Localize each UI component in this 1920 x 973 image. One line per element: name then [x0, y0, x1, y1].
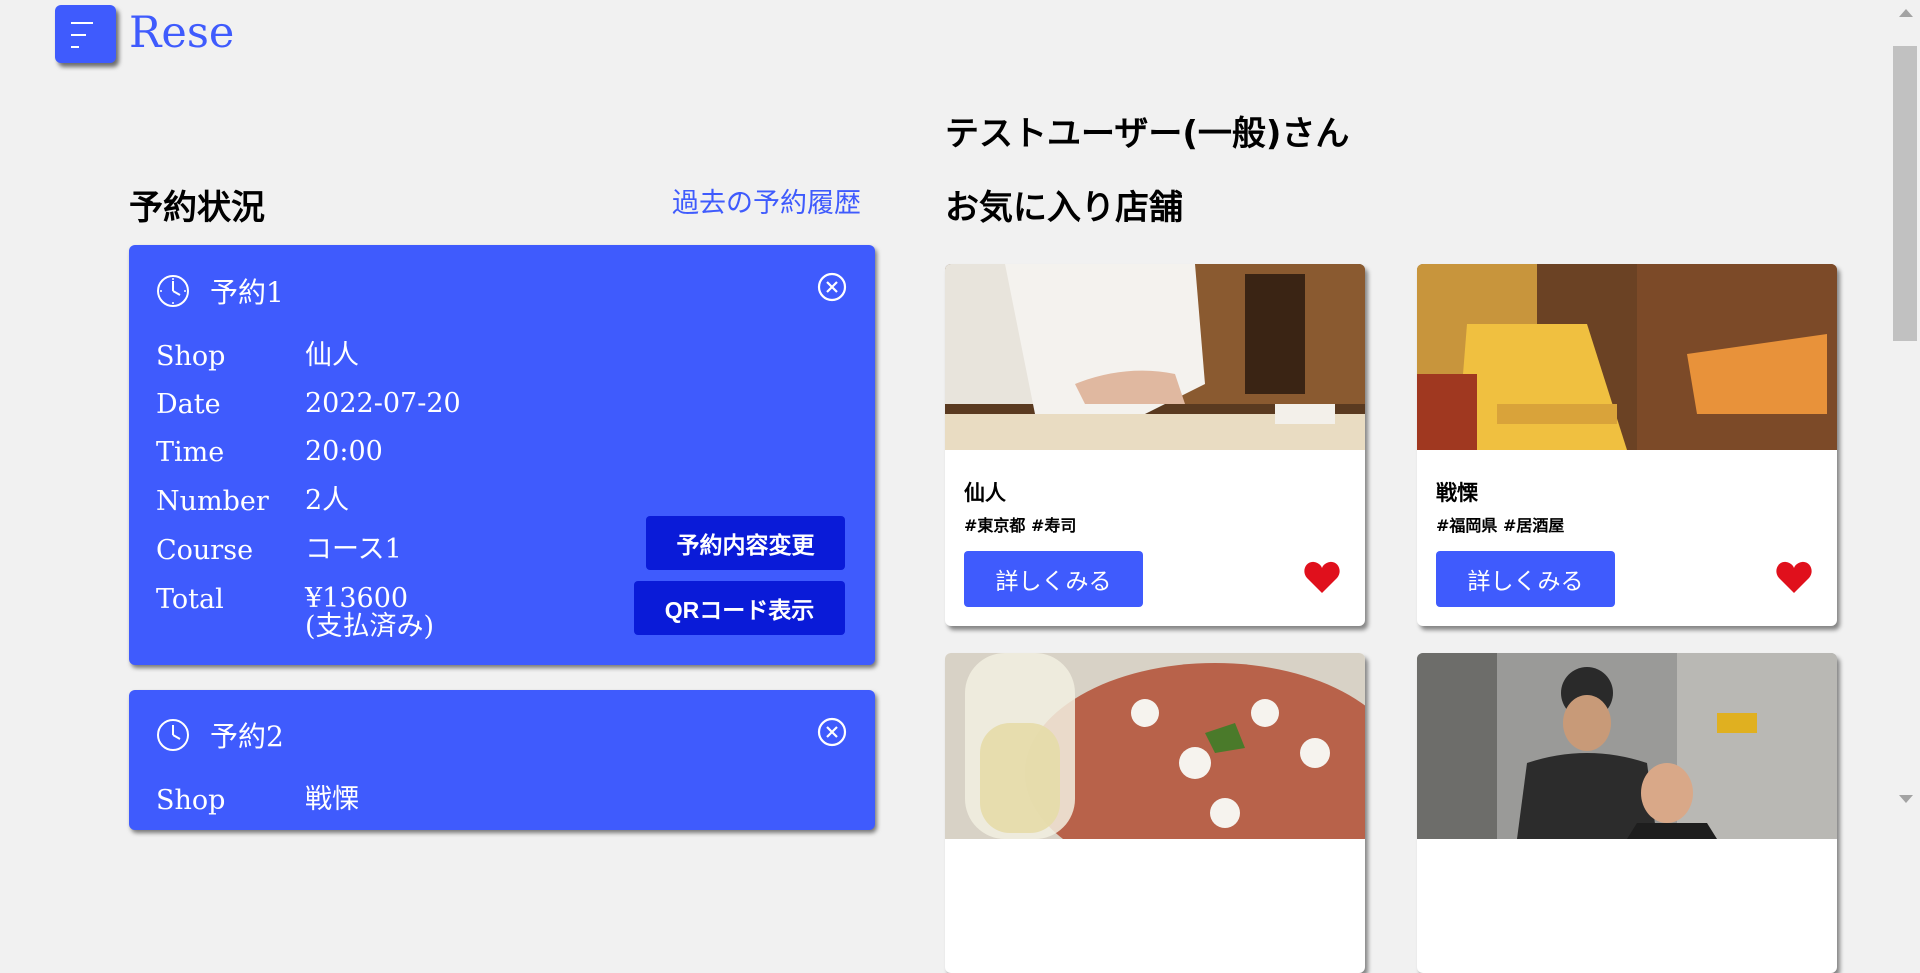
detail-button[interactable]: 詳しくみる	[1436, 551, 1615, 607]
history-link[interactable]: 過去の予約履歴	[672, 182, 861, 226]
menu-line	[71, 22, 93, 24]
user-greeting: テストユーザー(一般)さん	[945, 114, 1350, 154]
reservations-title: 予約状況	[129, 188, 265, 228]
date-value: 2022-07-20	[305, 388, 461, 419]
shop-image	[945, 653, 1365, 839]
shop-card	[1417, 653, 1837, 973]
menu-button[interactable]	[55, 5, 116, 63]
reservation-card: 予約2 Shop 戦慄	[129, 690, 875, 830]
course-label: Course	[156, 535, 254, 566]
shop-label: Shop	[156, 341, 226, 372]
clock-icon	[157, 275, 189, 307]
number-value: 2人	[305, 485, 350, 516]
qr-code-button[interactable]: QRコード表示	[634, 581, 845, 635]
cancel-reservation-icon[interactable]	[817, 272, 847, 302]
cancel-reservation-icon[interactable]	[817, 717, 847, 747]
reservation-card: 予約1 Shop 仙人 Date 2022-07-20 Time 20:00 N…	[129, 245, 875, 665]
shop-name: 戦慄	[1436, 481, 1478, 505]
shop-tags: #東京都 #寿司	[964, 516, 1077, 535]
shop-card: 戦慄 #福岡県 #居酒屋 詳しくみる	[1417, 264, 1837, 626]
total-value: ¥13600	[305, 583, 409, 614]
shop-image	[945, 264, 1365, 450]
menu-line	[71, 46, 79, 48]
heart-icon[interactable]	[1303, 559, 1341, 595]
shop-label: Shop	[156, 785, 226, 816]
shop-image	[1417, 264, 1837, 450]
scroll-up-arrow[interactable]	[1899, 9, 1913, 17]
time-value: 20:00	[305, 436, 383, 467]
total-label: Total	[156, 584, 224, 615]
payment-status: (支払済み)	[305, 611, 435, 642]
menu-line	[71, 34, 86, 36]
time-label: Time	[156, 437, 225, 468]
shop-image	[1417, 653, 1837, 839]
shop-card	[945, 653, 1365, 973]
course-value: コース1	[305, 534, 402, 565]
change-reservation-button[interactable]: 予約内容変更	[646, 516, 845, 570]
shop-name: 仙人	[964, 481, 1006, 505]
reservation-title: 予約1	[210, 276, 284, 309]
date-label: Date	[156, 389, 221, 420]
number-label: Number	[156, 486, 269, 517]
clock-icon	[157, 719, 189, 751]
shop-card: 仙人 #東京都 #寿司 詳しくみる	[945, 264, 1365, 626]
shop-tags: #福岡県 #居酒屋	[1436, 516, 1565, 535]
heart-icon[interactable]	[1775, 559, 1813, 595]
reservation-title: 予約2	[210, 720, 284, 753]
logo[interactable]: Rese	[129, 4, 234, 62]
detail-button[interactable]: 詳しくみる	[964, 551, 1143, 607]
scroll-down-arrow[interactable]	[1899, 795, 1913, 803]
scroll-thumb[interactable]	[1893, 46, 1917, 341]
shop-value: 戦慄	[305, 784, 359, 815]
scrollbar[interactable]	[1893, 0, 1920, 812]
shop-value: 仙人	[305, 340, 359, 371]
favorites-title: お気に入り店舗	[945, 188, 1183, 228]
